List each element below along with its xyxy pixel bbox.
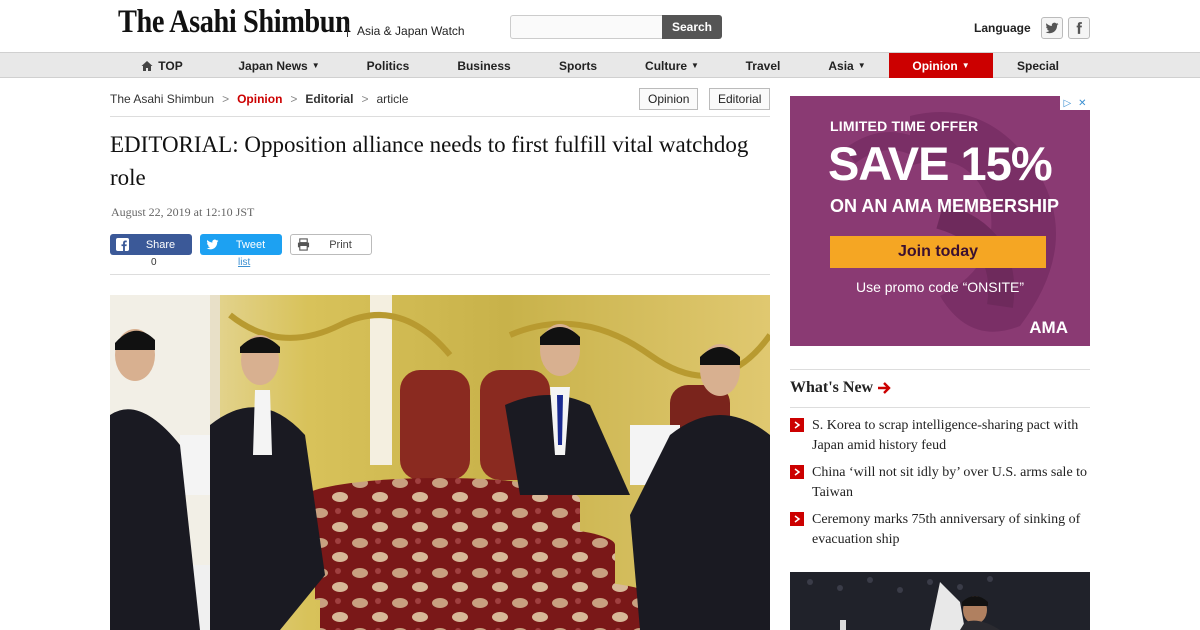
tweet-button[interactable]: Tweet: [200, 234, 282, 255]
breadcrumb-editorial[interactable]: Editorial: [305, 92, 353, 106]
divider: [110, 274, 770, 275]
ad-choices-icon[interactable]: ▷ ✕: [1060, 96, 1090, 110]
nav-item-politics[interactable]: Politics: [353, 53, 423, 78]
breadcrumb-home[interactable]: The Asahi Shimbun: [110, 92, 214, 106]
article-photo: [110, 295, 770, 630]
facebook-icon: [116, 238, 129, 251]
divider: [790, 369, 1090, 370]
list-item[interactable]: S. Korea to scrap intelligence-sharing p…: [790, 416, 1090, 456]
divider: [790, 407, 1090, 408]
nav-item-opinion[interactable]: Opinion ▼: [889, 53, 993, 78]
chevron-right-icon: [790, 512, 804, 526]
facebook-share-button[interactable]: Share: [110, 234, 192, 255]
chevron-right-icon: [790, 418, 804, 432]
breadcrumb-current: article: [376, 92, 409, 106]
nav-item-travel[interactable]: Travel: [735, 53, 791, 78]
breadcrumb: The Asahi Shimbun > Opinion > Editorial > arti…: [110, 92, 409, 106]
ad-line-1: LIMITED TIME OFFER: [830, 118, 979, 134]
caret-down-icon: ▼: [691, 61, 699, 70]
list-item[interactable]: China ‘will not sit idly by’ over U.S. a…: [790, 463, 1090, 503]
tag-editorial[interactable]: Editorial: [709, 88, 771, 110]
twitter-icon[interactable]: [1041, 17, 1063, 39]
news-thumbnail[interactable]: [790, 572, 1090, 630]
nav-item-top[interactable]: TOP: [130, 53, 194, 78]
breadcrumb-opinion[interactable]: Opinion: [237, 92, 282, 106]
main-nav: TOP Japan News ▼ Politics Business Sports…: [0, 52, 1200, 78]
news-headline: S. Korea to scrap intelligence-sharing p…: [812, 418, 1079, 453]
caret-down-icon: ▼: [857, 61, 866, 70]
home-icon: [141, 60, 153, 71]
tag-opinion[interactable]: Opinion: [639, 88, 699, 110]
news-headline: Ceremony marks 75th anniversary of sinki…: [812, 512, 1081, 547]
print-icon: [297, 238, 310, 251]
caret-down-icon: ▼: [961, 61, 970, 70]
nav-item-culture[interactable]: Culture ▼: [634, 53, 710, 78]
whats-new-heading[interactable]: What's New: [790, 379, 891, 397]
nav-item-business[interactable]: Business: [446, 53, 522, 78]
search-input[interactable]: [510, 15, 663, 39]
nav-item-japan-news[interactable]: Japan News ▼: [224, 53, 334, 78]
ad-line-3: ON AN AMA MEMBERSHIP: [830, 196, 1059, 216]
site-header: The Asahi Shimbun Asia & Japan Watch Sea…: [0, 0, 1200, 52]
site-subtitle: Asia & Japan Watch: [357, 24, 465, 38]
print-button[interactable]: Print: [290, 234, 372, 255]
logo-divider: [347, 24, 348, 37]
list-item[interactable]: Ceremony marks 75th anniversary of sinki…: [790, 510, 1090, 550]
search-button[interactable]: Search: [662, 15, 722, 39]
site-logo[interactable]: The Asahi Shimbun: [118, 4, 351, 41]
news-headline: China ‘will not sit idly by’ over U.S. a…: [812, 465, 1088, 500]
ad-join-button[interactable]: Join today: [830, 236, 1046, 268]
divider: [110, 116, 770, 117]
nav-item-special[interactable]: Special: [1008, 53, 1068, 78]
ad-promo-text: Use promo code “ONSITE”: [855, 279, 1025, 295]
ad-banner[interactable]: ▷ ✕ LIMITED TIME OFFER SAVE 15% ON AN AMA…: [790, 96, 1090, 346]
nav-item-sports[interactable]: Sports: [548, 53, 608, 78]
article-date: August 22, 2019 at 12:10 JST: [111, 205, 255, 219]
twitter-icon: [206, 239, 219, 250]
ad-brand-logo: AMA: [1029, 318, 1068, 337]
share-count: 0: [151, 257, 157, 268]
nav-item-asia[interactable]: Asia ▼: [818, 53, 876, 78]
ad-headline: SAVE 15%: [828, 137, 1053, 190]
caret-down-icon: ▼: [311, 61, 320, 70]
chevron-right-icon: [790, 465, 804, 479]
language-selector[interactable]: Language: [974, 21, 1031, 35]
article-headline: EDITORIAL: Opposition alliance needs to …: [110, 132, 749, 190]
arrow-right-icon: [878, 382, 891, 394]
tweet-list-link[interactable]: list: [238, 257, 250, 268]
facebook-icon[interactable]: [1068, 17, 1090, 39]
